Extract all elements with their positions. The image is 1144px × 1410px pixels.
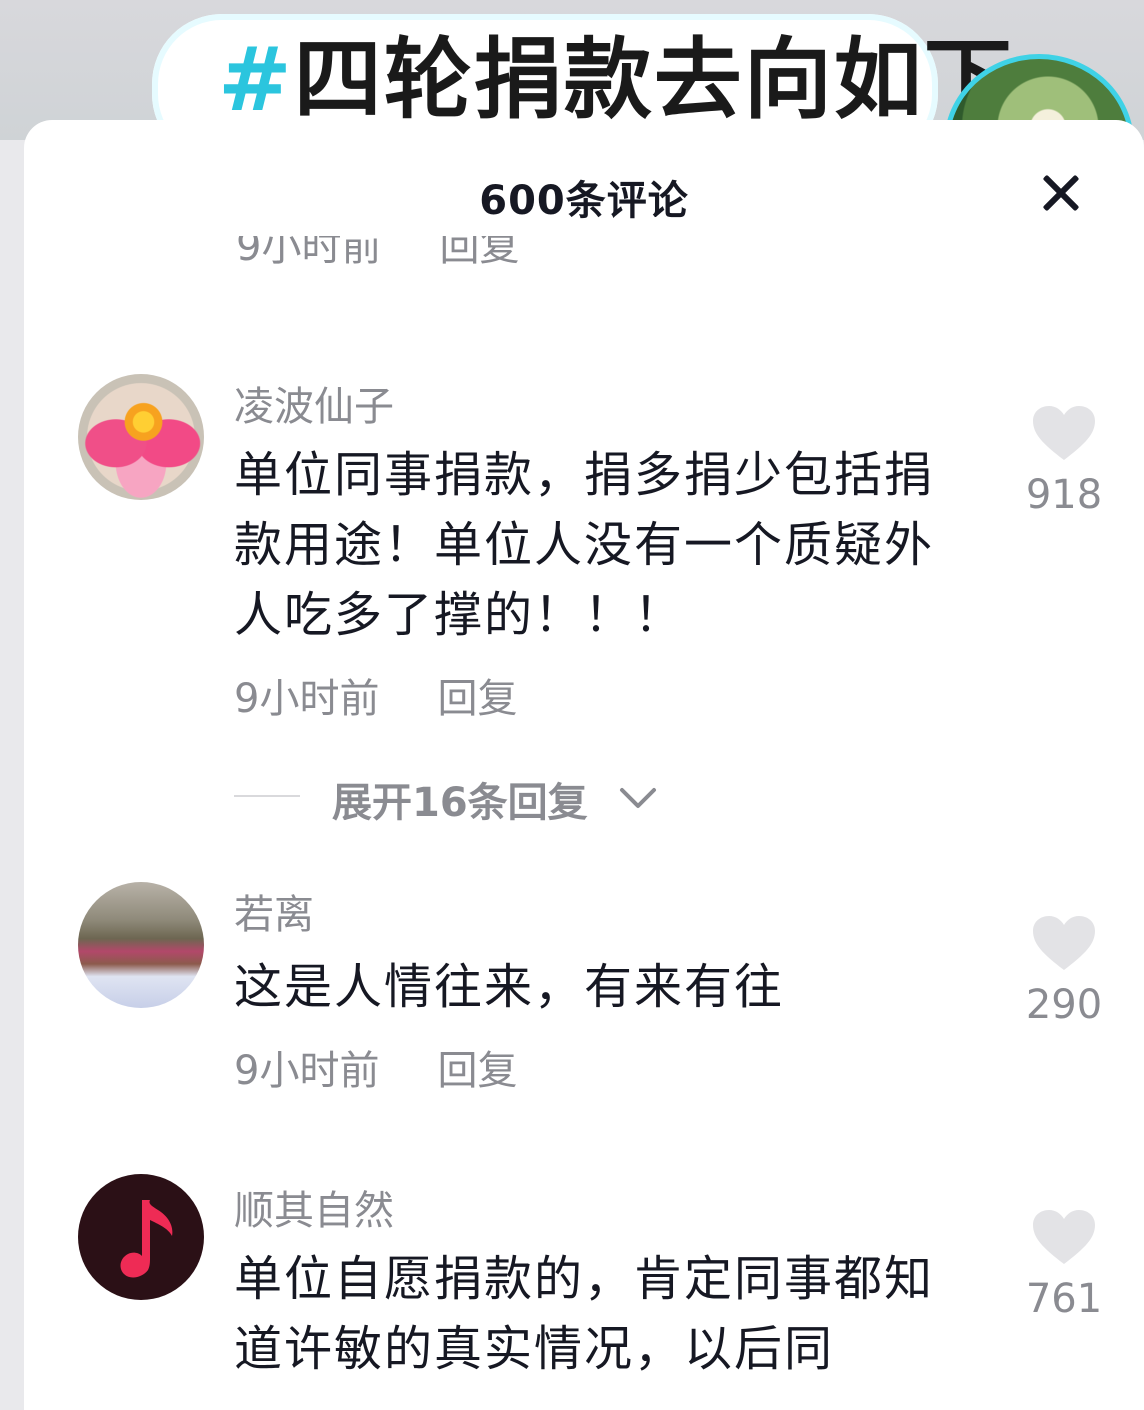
comment-timestamp: 9小时前 xyxy=(236,236,382,270)
lotus-flower-avatar[interactable] xyxy=(78,374,204,500)
comment-text: 单位自愿捐款的，肯定同事都知道许敏的真实情况，以后同 xyxy=(234,1251,935,1377)
comment-text: 这是人情往来，有来有往 xyxy=(234,959,785,1015)
previous-comment-meta: 9小时前 回复 xyxy=(236,236,636,280)
video-background: #四轮捐款去向如下 xyxy=(0,0,1144,234)
comment-username[interactable]: 顺其自然 xyxy=(234,1178,394,1236)
hashtag-label: 四轮捐款去向如下 xyxy=(293,28,1014,131)
reply-button[interactable]: 回复 xyxy=(439,236,519,270)
like-button[interactable]: 761 xyxy=(1014,1208,1114,1322)
garden-landscape-avatar[interactable] xyxy=(78,882,204,1008)
expand-divider xyxy=(234,795,300,797)
hashtag-symbol: # xyxy=(218,28,294,131)
like-count: 761 xyxy=(1025,1276,1103,1322)
heart-icon xyxy=(1033,1210,1095,1264)
comment-username[interactable]: 凌波仙子 xyxy=(234,374,394,432)
hashtag-title: #四轮捐款去向如下 xyxy=(218,32,1014,128)
reply-button[interactable]: 回复 xyxy=(437,1048,517,1094)
music-note-avatar[interactable] xyxy=(78,1174,204,1300)
comment-meta: 9小时前 回复 xyxy=(234,1038,517,1096)
comment-meta: 9小时前 回复 xyxy=(234,666,517,724)
like-count: 918 xyxy=(1025,472,1103,518)
reply-button[interactable]: 回复 xyxy=(437,676,517,722)
comment-sheet: 600条评论 9小时前 回复 凌波仙子 单位同事捐款，捐多捐少包括捐款用途！单位人… xyxy=(24,120,1144,1410)
chevron-down-icon xyxy=(620,788,656,808)
comment-text: 单位同事捐款，捐多捐少包括捐款用途！单位人没有一个质疑外人吃多了撑的！！！ xyxy=(234,447,935,643)
comment-username[interactable]: 若离 xyxy=(234,882,314,940)
heart-icon xyxy=(1033,916,1095,970)
like-count: 290 xyxy=(1025,982,1103,1028)
expand-replies-button[interactable]: 展开16条回复 xyxy=(234,770,694,826)
expand-replies-label: 展开16条回复 xyxy=(332,780,588,826)
comment-count-title: 600条评论 xyxy=(479,178,689,224)
like-button[interactable]: 290 xyxy=(1014,914,1114,1028)
heart-icon xyxy=(1033,406,1095,460)
close-icon[interactable] xyxy=(1034,166,1088,220)
music-note-icon xyxy=(120,1200,173,1278)
comment-timestamp: 9小时前 xyxy=(234,676,380,722)
like-button[interactable]: 918 xyxy=(1014,404,1114,518)
comment-timestamp: 9小时前 xyxy=(234,1048,380,1094)
